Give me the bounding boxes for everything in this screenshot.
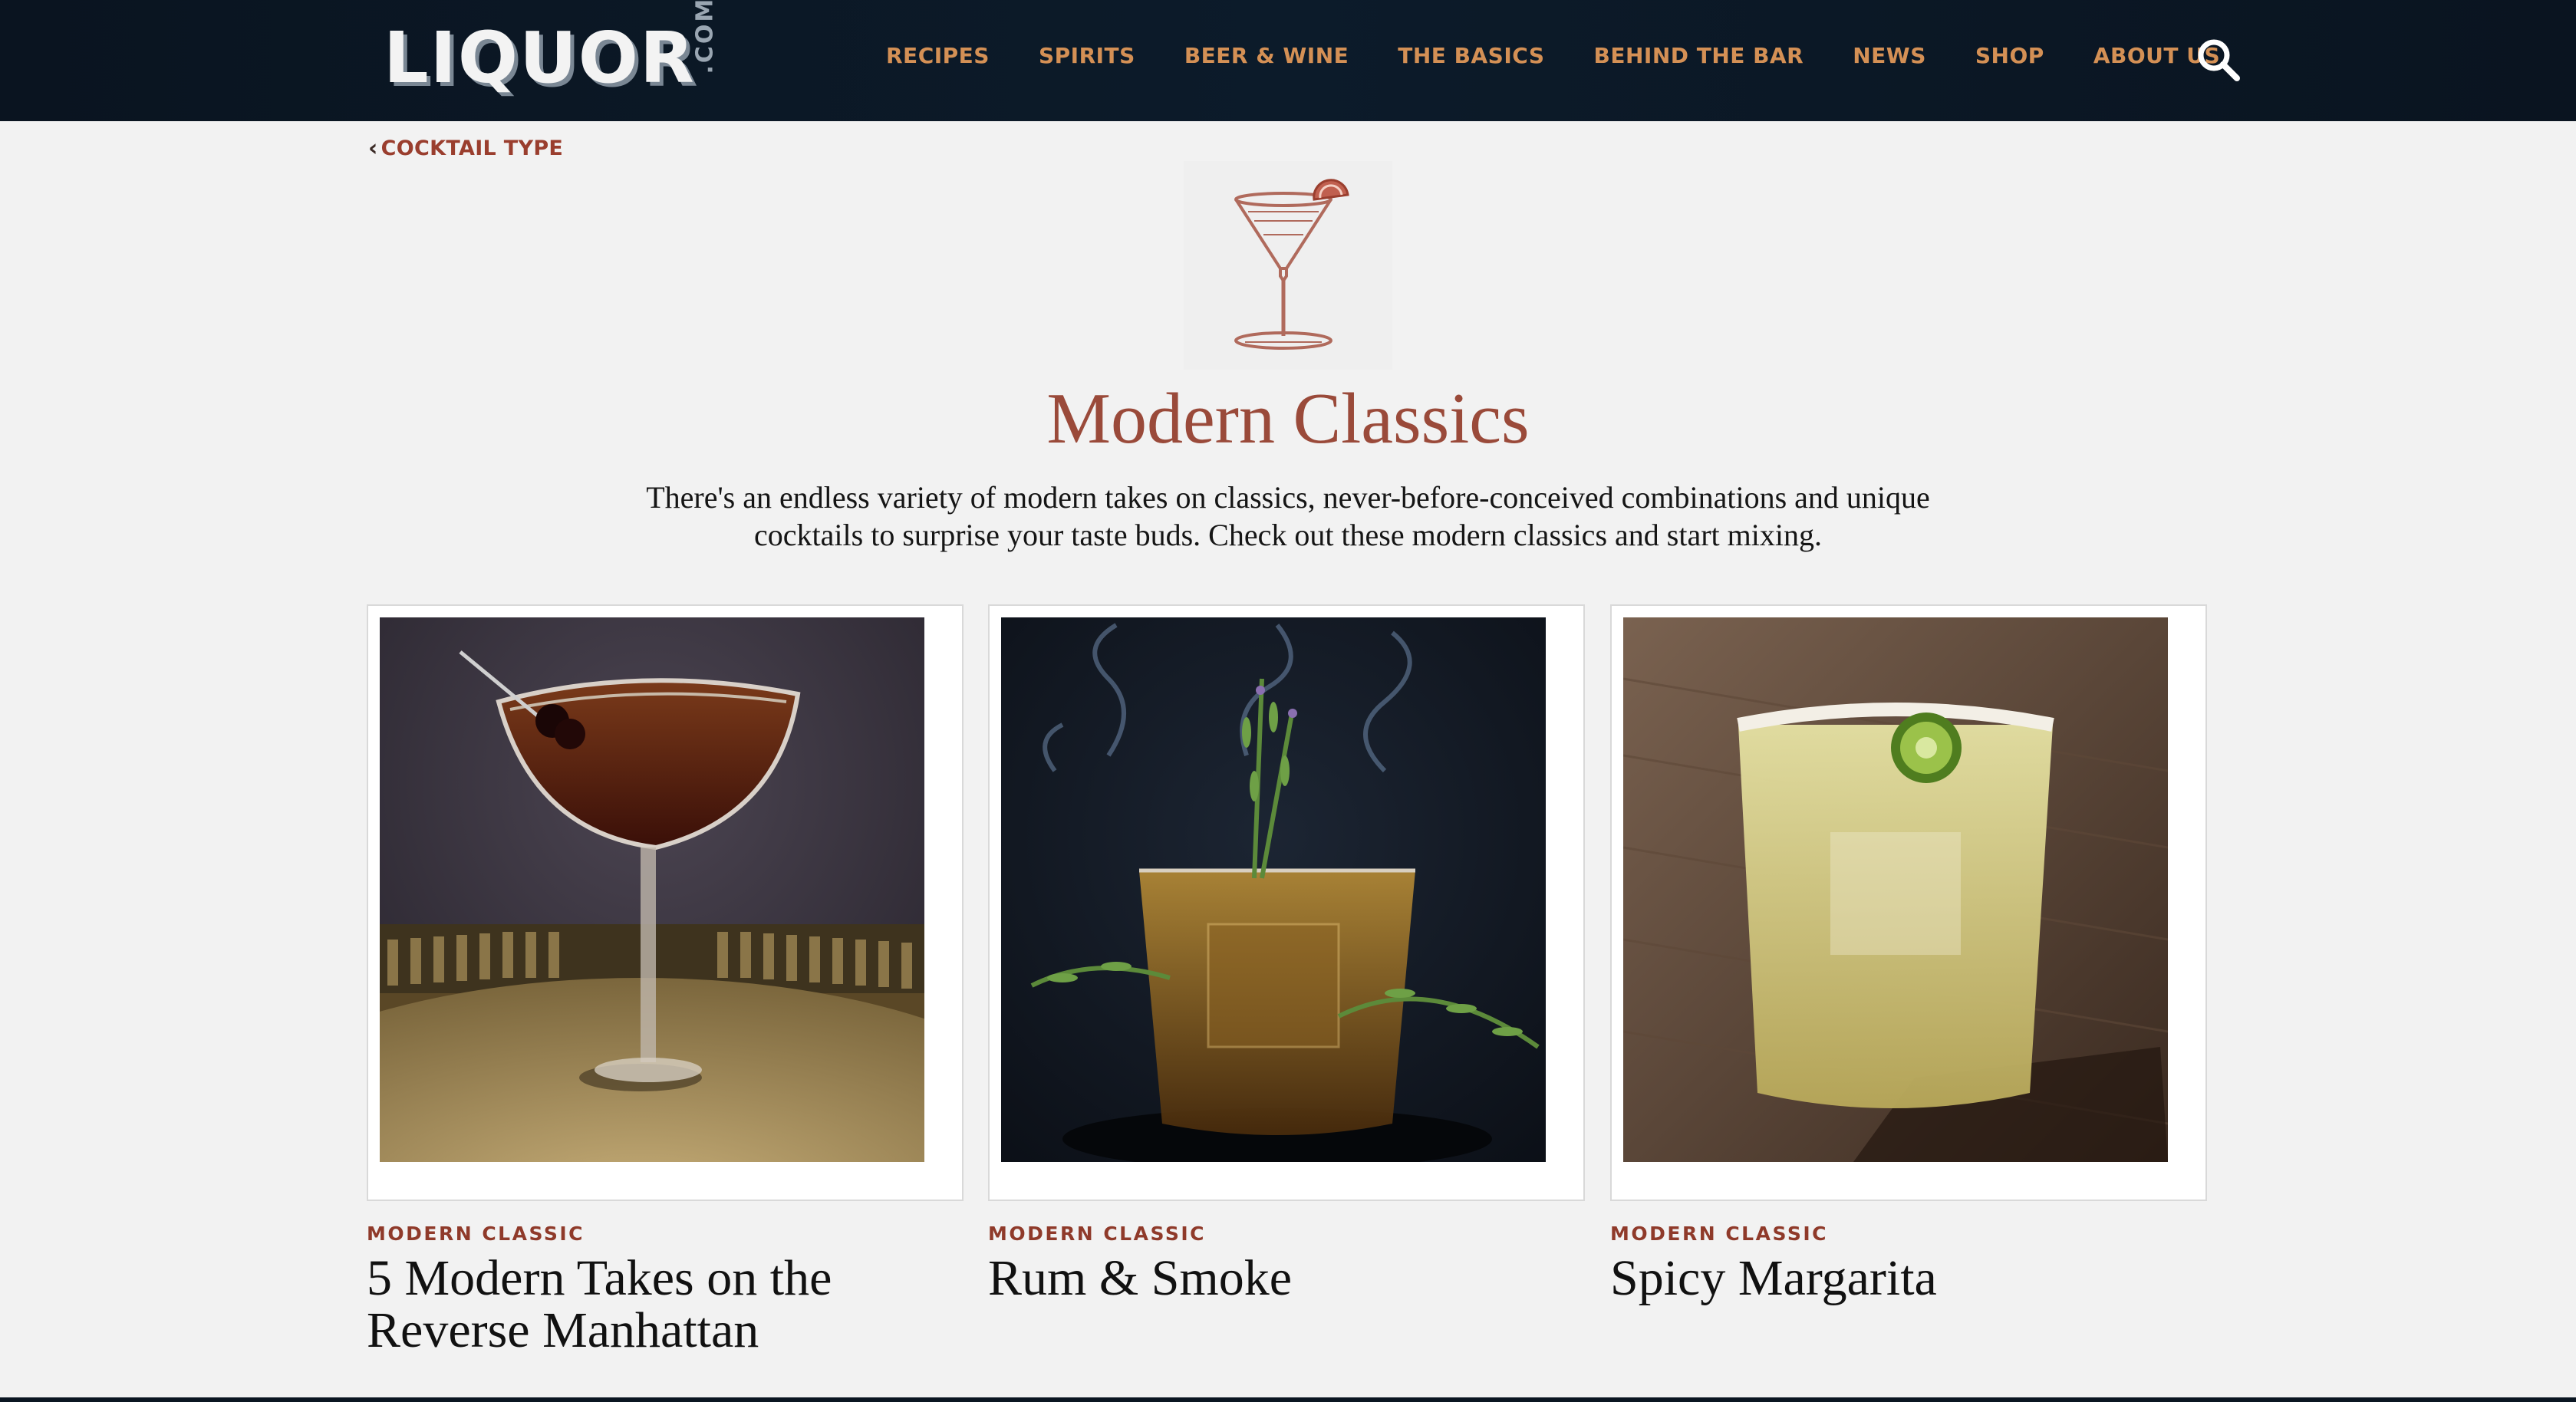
- nav-behind-the-bar[interactable]: BEHIND THE BAR: [1594, 43, 1804, 68]
- logo-wordmark: LIQUOR: [384, 17, 696, 99]
- card-title[interactable]: 5 Modern Takes on the Reverse Manhattan: [367, 1252, 964, 1357]
- logo-suffix: .COM: [691, 0, 719, 74]
- nav-beer-wine[interactable]: BEER & WINE: [1184, 43, 1349, 68]
- card-tag: MODERN CLASSIC: [367, 1223, 585, 1245]
- chevron-left-icon: ‹: [368, 135, 378, 162]
- nav-the-basics[interactable]: THE BASICS: [1398, 43, 1544, 68]
- search-icon[interactable]: [2196, 37, 2242, 83]
- cocktail-glass-illustration: [1184, 161, 1392, 370]
- cocktail-photo: [380, 617, 924, 1162]
- card-title[interactable]: Spicy Margarita: [1610, 1252, 2207, 1305]
- card-title[interactable]: Rum & Smoke: [988, 1252, 1585, 1305]
- recipe-card[interactable]: MODERN CLASSIC Spicy Margarita: [1610, 604, 2207, 1305]
- cocktail-photo: [1623, 617, 2168, 1162]
- nav-recipes[interactable]: RECIPES: [886, 43, 990, 68]
- cocktail-photo: [1001, 617, 1546, 1162]
- bottom-edge: [0, 1397, 2576, 1402]
- page-title: Modern Classics: [1046, 379, 1530, 459]
- recipe-card[interactable]: MODERN CLASSIC Rum & Smoke: [988, 604, 1585, 1305]
- page-intro: There's an endless variety of modern tak…: [646, 480, 1930, 552]
- site-header: LIQUOR .COM RECIPES SPIRITS BEER & WINE …: [0, 0, 2576, 121]
- card-image-frame[interactable]: [988, 604, 1585, 1201]
- site-logo[interactable]: LIQUOR .COM: [384, 0, 720, 99]
- breadcrumb-label: COCKTAIL TYPE: [380, 137, 564, 160]
- recipe-card[interactable]: MODERN CLASSIC 5 Modern Takes on the Rev…: [367, 604, 964, 1357]
- card-image-frame[interactable]: [367, 604, 964, 1201]
- nav-shop[interactable]: SHOP: [1975, 43, 2044, 68]
- card-image-frame[interactable]: [1610, 604, 2207, 1201]
- breadcrumb-back-link[interactable]: ‹ COCKTAIL TYPE: [368, 135, 563, 162]
- nav-spirits[interactable]: SPIRITS: [1039, 43, 1135, 68]
- main-nav: RECIPES SPIRITS BEER & WINE THE BASICS B…: [886, 43, 2269, 68]
- nav-news[interactable]: NEWS: [1853, 43, 1926, 68]
- card-tag: MODERN CLASSIC: [988, 1223, 1206, 1245]
- card-tag: MODERN CLASSIC: [1610, 1223, 1828, 1245]
